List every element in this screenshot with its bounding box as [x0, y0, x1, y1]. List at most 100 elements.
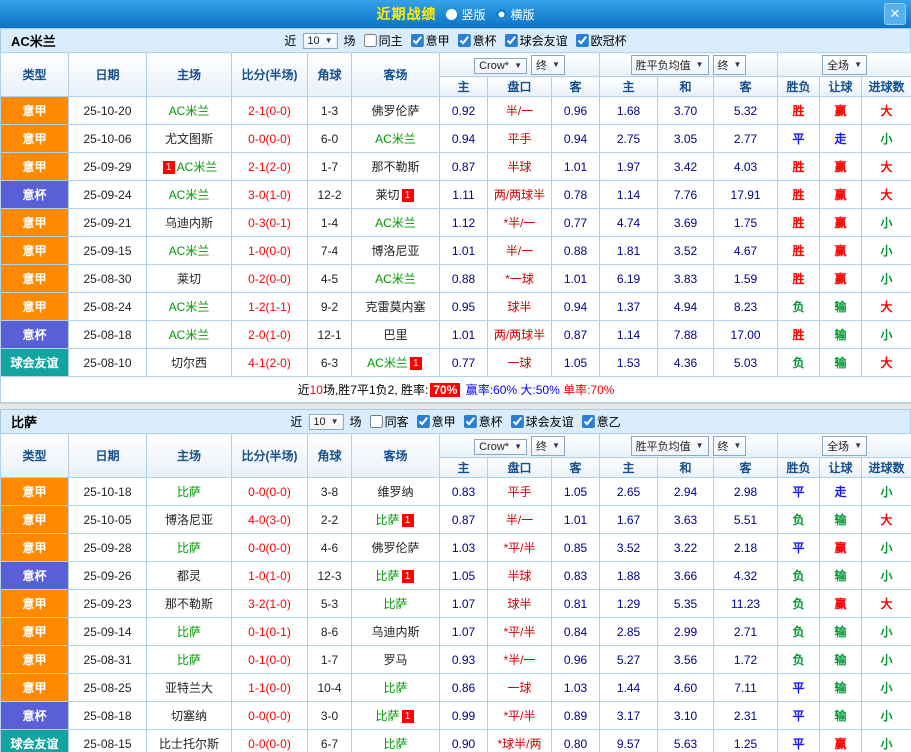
- competition-1-checkbox[interactable]: [463, 415, 477, 428]
- competition-3-checkbox[interactable]: [575, 34, 589, 47]
- match-row: 意甲 25-10-18 比萨 0-0(0-0) 3-8 维罗纳 0.83 平手 1.05 2.65…: [0, 477, 911, 506]
- league-badge: 意甲: [0, 292, 69, 321]
- away-team: 乌迪内斯: [351, 617, 440, 646]
- odds-stage-select[interactable]: 终 ▼: [530, 54, 565, 75]
- corners: 6-3: [307, 348, 352, 377]
- odds-away: 0.94: [550, 124, 601, 153]
- match-count-select[interactable]: 10 ▼: [308, 413, 344, 430]
- avg-type-select[interactable]: 胜平负均值 ▼: [630, 54, 709, 75]
- avg-draw: 5.63: [657, 729, 715, 752]
- result-wdl: 平: [777, 701, 821, 730]
- result-handicap: 赢: [819, 208, 863, 237]
- odds-stage-select-value: 终: [535, 440, 547, 453]
- match-date: 25-10-18: [68, 477, 147, 506]
- away-team-name: AC米兰: [375, 216, 416, 230]
- corners: 4-5: [307, 264, 352, 293]
- competition-1-label[interactable]: 意杯: [460, 413, 503, 430]
- same-venue-text: 同客: [384, 415, 409, 429]
- away-team: 比萨: [351, 729, 440, 752]
- match-date: 25-10-20: [68, 96, 147, 125]
- radio-unselected-icon: [446, 8, 458, 20]
- result-wdl: 胜: [777, 96, 821, 125]
- competition-1-checkbox[interactable]: [457, 34, 471, 47]
- avg-group-header: 胜平负均值 ▼ 终 ▼: [599, 52, 779, 77]
- avg-draw: 3.66: [657, 561, 715, 590]
- avg-draw: 3.22: [657, 533, 715, 562]
- match-date: 25-08-25: [68, 673, 147, 702]
- red-card-badge: 1: [401, 189, 414, 202]
- competition-1-text: 意杯: [478, 415, 503, 429]
- result-goals: 大: [861, 180, 911, 209]
- competition-1-label[interactable]: 意杯: [454, 32, 497, 49]
- away-team-name: 比萨: [375, 569, 400, 583]
- competition-0-checkbox[interactable]: [410, 34, 424, 47]
- bookmaker-select[interactable]: Crow* ▼: [474, 57, 527, 74]
- sub-header-5: 客: [713, 457, 779, 478]
- sub-header-0: 主: [439, 76, 488, 97]
- avg-type-select[interactable]: 胜平负均值 ▼: [630, 435, 709, 456]
- competition-2-label[interactable]: 球会友谊: [501, 32, 568, 49]
- competition-2-checkbox[interactable]: [504, 34, 518, 47]
- home-team: 比萨: [146, 617, 232, 646]
- competition-2-checkbox[interactable]: [510, 415, 524, 428]
- score: 4-0(3-0): [231, 505, 308, 534]
- sub-header-2: 客: [550, 76, 601, 97]
- match-date: 25-09-26: [68, 561, 147, 590]
- score: 1-2(1-1): [231, 292, 308, 321]
- match-count-select[interactable]: 10 ▼: [302, 32, 338, 49]
- away-team-name: 比萨: [383, 737, 408, 751]
- home-team-name: AC米兰: [168, 244, 210, 258]
- same-venue-label[interactable]: 同主: [360, 32, 403, 49]
- scope-select[interactable]: 全场 ▼: [822, 435, 867, 456]
- same-venue-checkbox[interactable]: [363, 34, 377, 47]
- competition-0-checkbox[interactable]: [416, 415, 430, 428]
- bookmaker-select[interactable]: Crow* ▼: [474, 438, 527, 455]
- same-venue-checkbox[interactable]: [369, 415, 383, 428]
- away-team-name: 那不勒斯: [371, 160, 420, 174]
- corners: 8-6: [307, 617, 352, 646]
- avg-stage-select[interactable]: 终 ▼: [712, 54, 747, 75]
- odds-away: 0.81: [550, 589, 601, 618]
- same-venue-label[interactable]: 同客: [366, 413, 409, 430]
- match-date: 25-09-23: [68, 589, 147, 618]
- result-handicap: 输: [819, 701, 863, 730]
- result-handicap: 输: [819, 561, 863, 590]
- close-button[interactable]: ✕: [884, 3, 906, 25]
- league-badge: 意甲: [0, 124, 69, 153]
- home-team: AC米兰: [146, 180, 232, 209]
- home-team: 博洛尼亚: [146, 505, 232, 534]
- layout-radio-vertical[interactable]: 竖版: [446, 6, 486, 23]
- odds-stage-select[interactable]: 终 ▼: [530, 435, 565, 456]
- competition-3-checkbox[interactable]: [581, 415, 595, 428]
- chevron-down-icon: ▼: [733, 60, 742, 69]
- away-team-name: 巴里: [383, 328, 408, 342]
- league-badge: 意甲: [0, 589, 69, 618]
- avg-lose: 4.67: [713, 236, 779, 265]
- avg-lose: 8.23: [713, 292, 779, 321]
- competition-0-label[interactable]: 意甲: [413, 413, 456, 430]
- away-team-name: 佛罗伦萨: [371, 541, 420, 555]
- corners: 6-0: [307, 124, 352, 153]
- avg-stage-select[interactable]: 终 ▼: [712, 435, 747, 456]
- avg-lose: 2.71: [713, 617, 779, 646]
- competition-3-label[interactable]: 欧冠杯: [572, 32, 627, 49]
- avg-draw: 3.63: [657, 505, 715, 534]
- competition-2-label[interactable]: 球会友谊: [507, 413, 574, 430]
- competition-0-label[interactable]: 意甲: [407, 32, 450, 49]
- scope-select[interactable]: 全场 ▼: [822, 54, 867, 75]
- match-row: 意杯 25-08-18 切塞纳 0-0(0-0) 3-0 比萨 1 0.99 *平/半 0.89 3…: [0, 701, 911, 730]
- home-team-name: 比士托尔斯: [158, 737, 219, 751]
- away-team-name: AC米兰: [367, 356, 408, 370]
- odds-home: 1.03: [439, 533, 488, 562]
- col-header-4: 角球: [307, 52, 352, 97]
- red-card-badge: 1: [401, 514, 414, 527]
- handicap: *半/一: [487, 208, 552, 237]
- home-team-name: 乌迪内斯: [164, 216, 213, 230]
- layout-radio-horizontal[interactable]: 横版: [495, 6, 535, 23]
- handicap: *平/半: [487, 701, 552, 730]
- match-row: 意甲 25-10-05 博洛尼亚 4-0(3-0) 2-2 比萨 1 0.87 半/一 1.01 1…: [0, 505, 911, 534]
- match-date: 25-09-29: [68, 152, 147, 181]
- home-team: AC米兰: [146, 320, 232, 349]
- competition-3-label[interactable]: 意乙: [578, 413, 621, 430]
- competition-3-text: 欧冠杯: [590, 34, 627, 48]
